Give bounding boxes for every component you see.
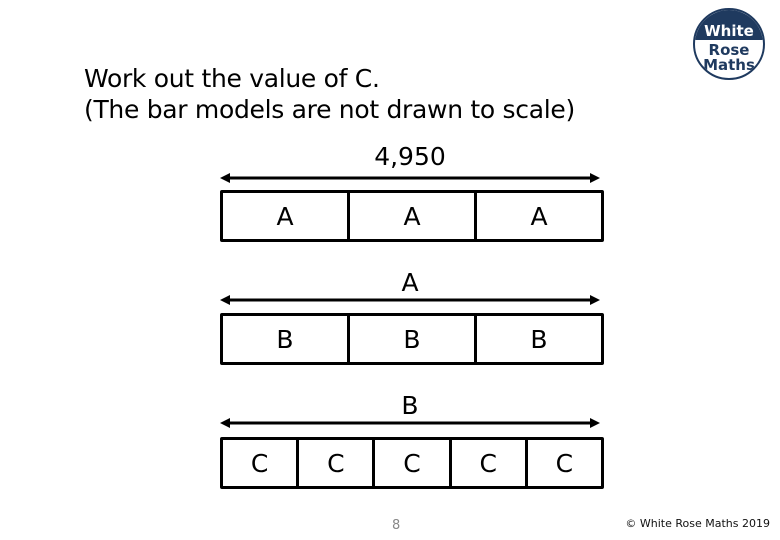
bar-model-1-bar: A A A [220, 190, 604, 242]
white-rose-maths-logo: White Rose Maths [693, 8, 765, 80]
bar-model-1-total-label: 4,950 [374, 142, 446, 171]
page-number: 8 [392, 518, 401, 533]
bar-model-2-bar: B B B [220, 313, 604, 365]
bar-part: C [372, 440, 448, 486]
bar-part: C [524, 440, 601, 486]
bar-part: A [347, 193, 474, 239]
bar-part: C [296, 440, 372, 486]
bar-part: B [347, 316, 474, 362]
bar-part: A [276, 201, 294, 231]
copyright-text: © White Rose Maths 2019 [625, 517, 770, 530]
double-arrow-icon [220, 418, 600, 428]
bar-part: C [448, 440, 525, 486]
bar-part: A [474, 193, 601, 239]
bar-part: B [474, 316, 601, 362]
double-arrow-icon [220, 173, 600, 183]
logo-line-3: Maths [703, 56, 755, 74]
logo-line-1: White [704, 22, 754, 40]
question-line-2: (The bar models are not drawn to scale) [84, 95, 575, 124]
question-text: Work out the value of C. (The bar models… [84, 63, 575, 125]
double-arrow-icon [220, 295, 600, 305]
bar-model-3-bar: C C C C C [220, 437, 604, 489]
bar-part: B [276, 324, 294, 354]
bar-part: C [250, 448, 269, 478]
question-line-1: Work out the value of C. [84, 64, 380, 93]
